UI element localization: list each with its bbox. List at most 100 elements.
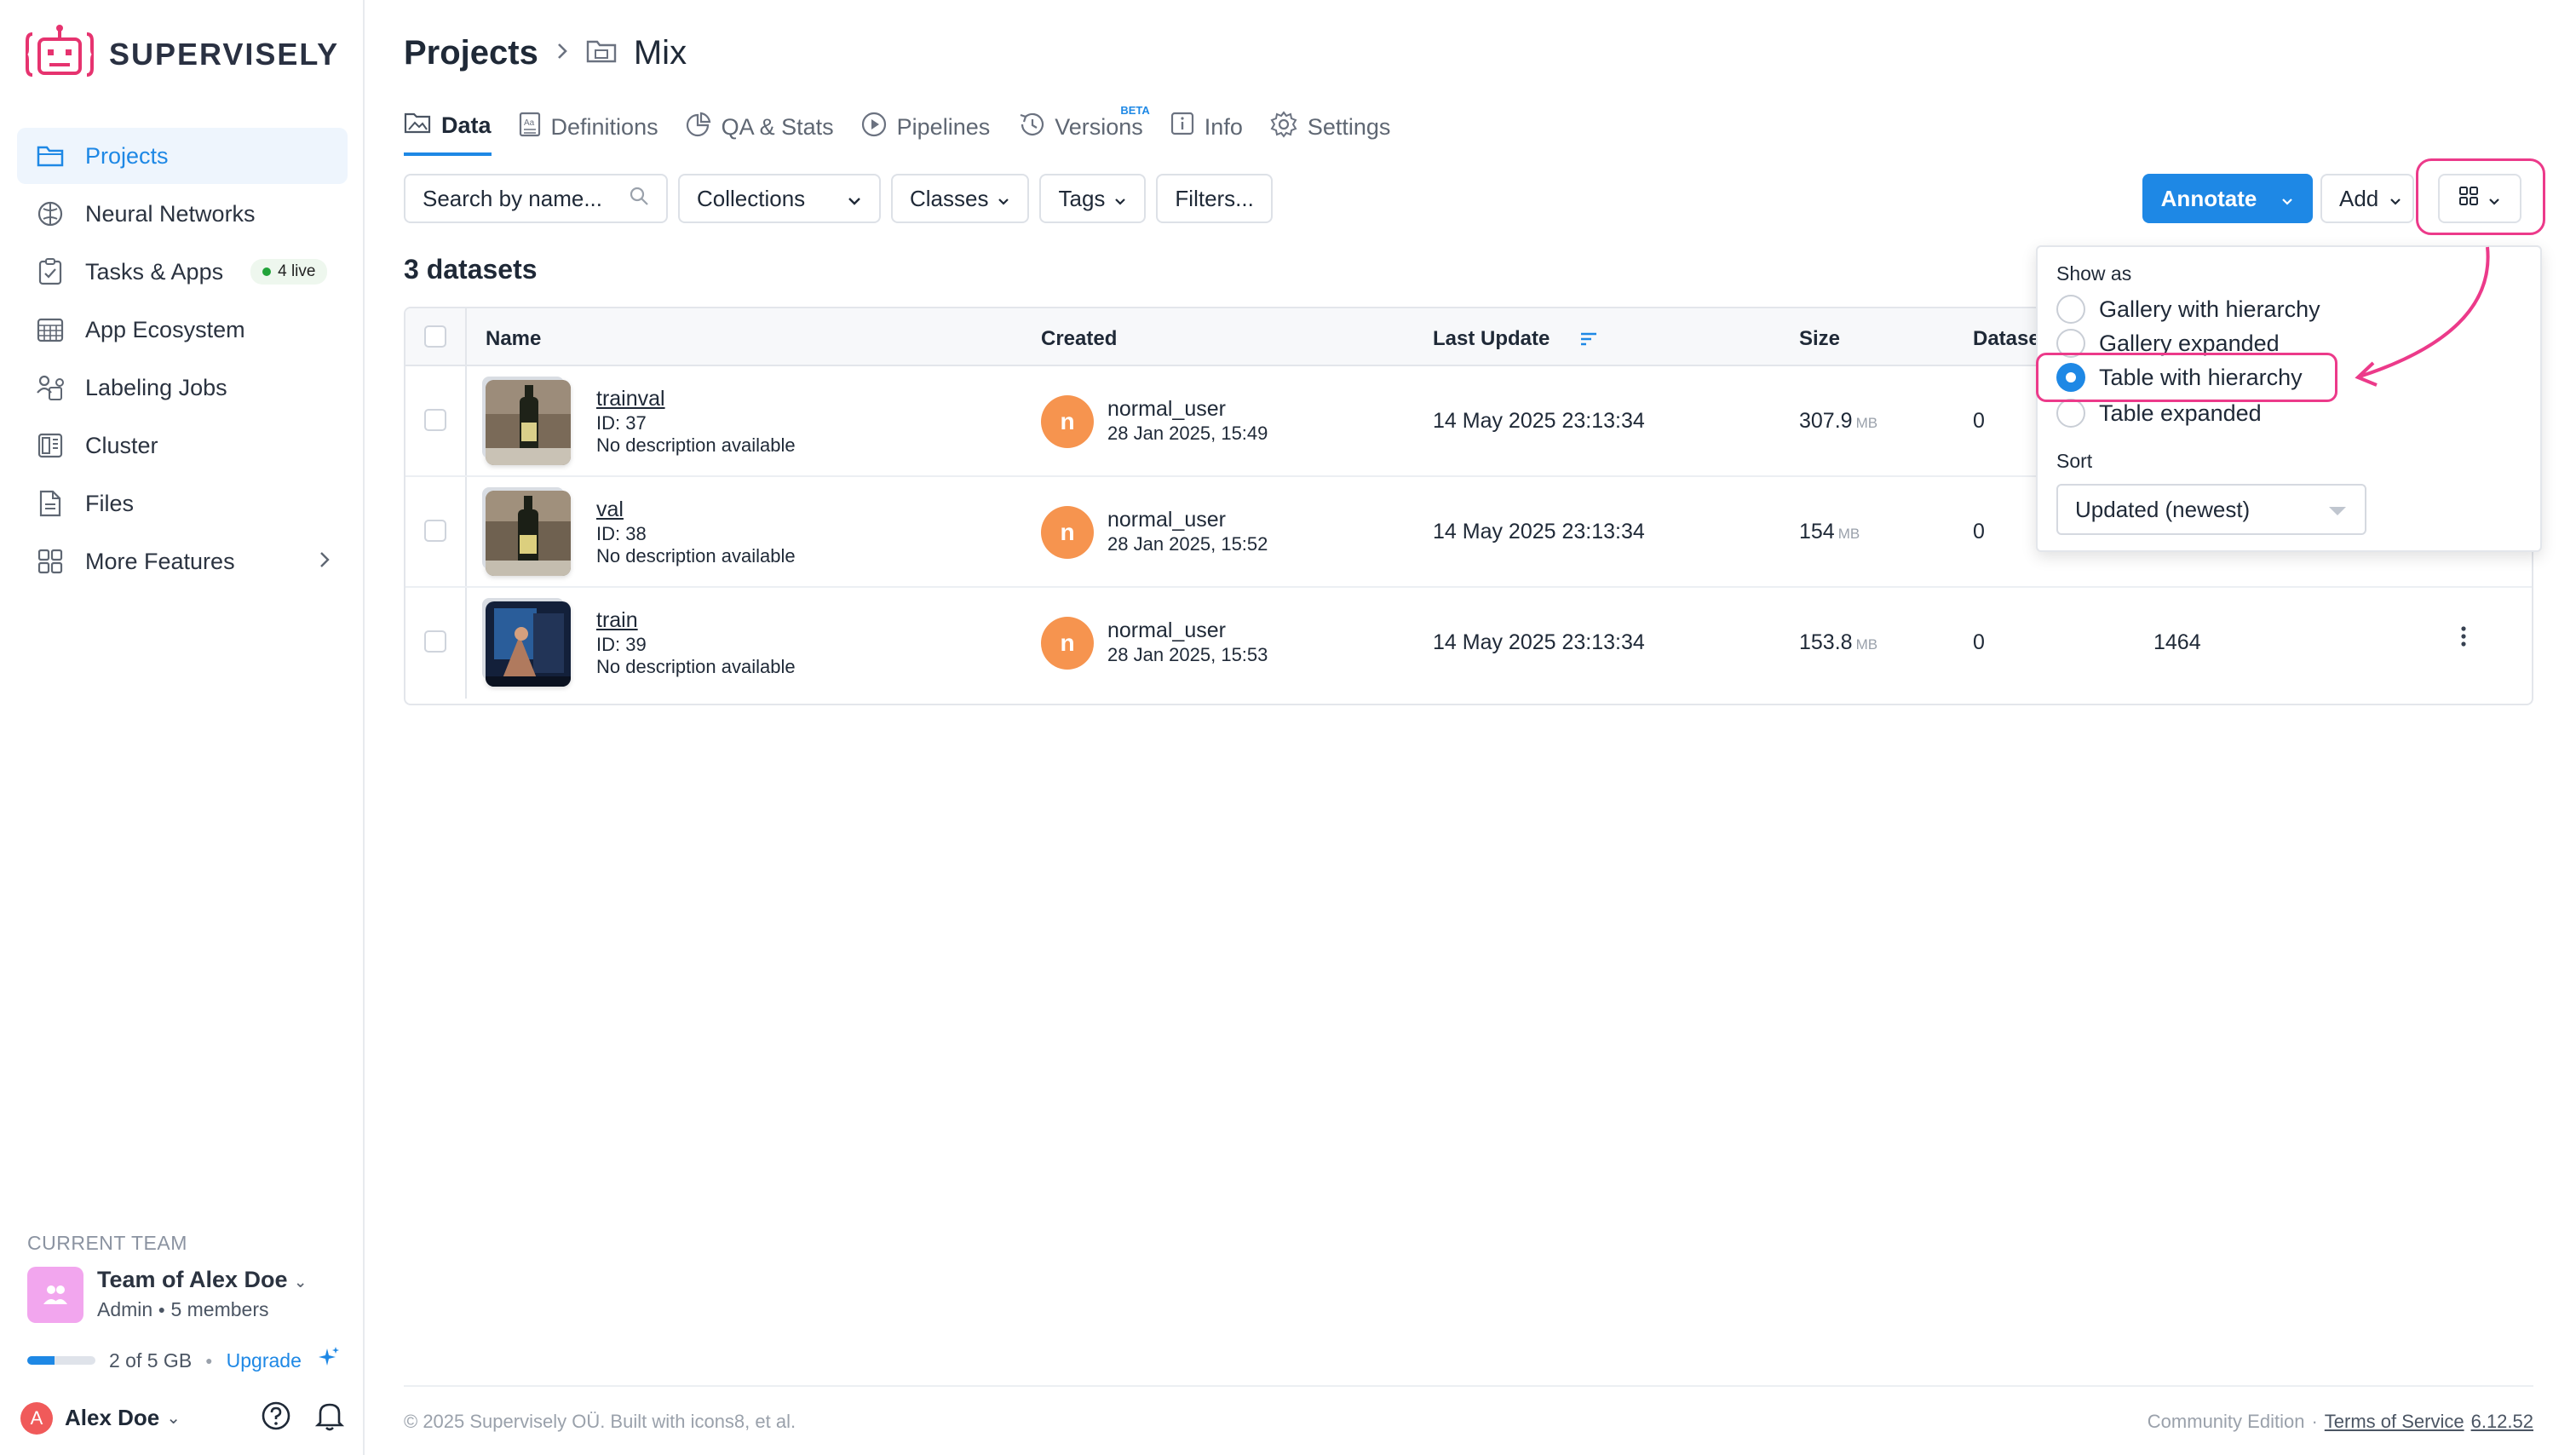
beta-badge: BETA [1120,104,1150,117]
file-icon [36,489,65,518]
sort-label: Sort [2056,450,2093,472]
sidebar-item-tasks-apps[interactable]: Tasks & Apps 4 live [17,244,348,300]
row-menu-icon[interactable] [2460,625,2467,654]
tab-label: Versions [1055,114,1143,140]
tab-definitions[interactable]: Aa Definitions [519,111,658,156]
sort-desc-icon[interactable] [1579,329,1598,353]
show-as-label: Show as [2056,262,2132,285]
sidebar-item-cluster[interactable]: Cluster [17,417,348,474]
dataset-name-link[interactable]: trainval [596,387,665,411]
sidebar-nav: Projects Neural Networks Tasks & Apps 4 … [17,128,348,591]
user-name: Alex Doe [65,1405,160,1430]
radio-button[interactable] [2056,295,2085,324]
classes-label: Classes [910,185,989,211]
team-switcher[interactable]: Team of Alex Doe ⌄ Admin ● 5 members [27,1267,342,1323]
dataset-name-link[interactable]: train [596,608,638,633]
option-table-expanded[interactable]: Table expanded [2056,399,2262,428]
info-icon [1170,112,1194,143]
terms-link[interactable]: Terms of Service [2325,1411,2464,1433]
option-gallery-hierarchy[interactable]: Gallery with hierarchy [2056,295,2320,324]
collections-dropdown[interactable]: Collections [678,174,881,223]
table-row[interactable]: train ID: 39 No description available n … [405,588,2532,699]
radio-button[interactable] [2056,399,2085,428]
tags-dropdown[interactable]: Tags [1039,174,1147,223]
sidebar-item-files[interactable]: Files [17,475,348,532]
chevron-right-icon [555,39,569,68]
bell-icon[interactable] [314,1400,345,1435]
last-update: 14 May 2025 23:13:34 [1433,630,1645,654]
sidebar-item-app-ecosystem[interactable]: App Ecosystem [17,302,348,358]
folder-icon [36,141,65,170]
select-all-checkbox[interactable] [424,325,446,348]
footer-separator: · [2311,1411,2318,1432]
creator-avatar: n [1041,617,1094,670]
sidebar: SUPERVISELY Projects Neural Networks Tas… [0,0,365,1455]
sidebar-item-labeling-jobs[interactable]: Labeling Jobs [17,359,348,416]
annotate-label: Annotate [2160,185,2257,211]
column-last-update[interactable]: Last Update [1433,327,1550,351]
storage-bar-fill [27,1356,55,1365]
sidebar-item-label: Files [85,490,135,516]
dataset-name-link[interactable]: val [596,497,624,522]
tab-settings[interactable]: Settings [1270,111,1390,156]
tab-pipelines[interactable]: Pipelines [861,111,991,156]
tab-label: Data [441,112,492,138]
dataset-count: 3 datasets [404,254,538,285]
sidebar-item-neural-networks[interactable]: Neural Networks [17,186,348,242]
nested-datasets-count: 0 [1973,630,1985,654]
option-label: Gallery with hierarchy [2099,296,2320,322]
user-menu[interactable]: A Alex Doe ⌄ [20,1400,345,1435]
add-button[interactable]: Add [2320,174,2414,223]
dataset-size: 307.9 MB [1799,409,1877,434]
clipboard-icon [36,257,65,286]
classes-dropdown[interactable]: Classes [891,174,1030,223]
row-checkbox[interactable] [424,630,446,653]
sidebar-item-more-features[interactable]: More Features [17,533,348,589]
tab-info[interactable]: Info [1170,111,1243,156]
breadcrumb: Projects Mix [404,34,687,72]
tab-label: Definitions [550,114,658,140]
filters-button[interactable]: Filters... [1156,174,1273,223]
edition: Community Edition [2147,1411,2305,1432]
created-date: 28 Jan 2025, 15:52 [1107,533,1268,555]
row-checkbox[interactable] [424,520,446,542]
column-datasets[interactable]: Datase [1973,327,2040,351]
definitions-icon: Aa [519,112,541,143]
search-placeholder: Search by name... [423,185,602,211]
folder-icon [586,34,617,72]
chevron-right-icon [319,549,331,575]
current-team-label: CURRENT TEAM [27,1232,187,1254]
logo[interactable]: SUPERVISELY [26,24,339,85]
dataset-size: 154 MB [1799,520,1860,544]
column-name[interactable]: Name [486,327,541,351]
sidebar-item-projects[interactable]: Projects [17,128,348,184]
search-input[interactable]: Search by name... [404,174,668,223]
image-icon [404,111,431,141]
column-divider [465,477,467,586]
grid-calendar-icon [36,315,65,344]
column-created[interactable]: Created [1041,327,1117,351]
nested-datasets-count: 0 [1973,409,1985,433]
tab-qa-stats[interactable]: QA & Stats [686,111,834,156]
breadcrumb-projects[interactable]: Projects [404,34,538,72]
upgrade-link[interactable]: Upgrade [227,1349,302,1372]
row-checkbox[interactable] [424,409,446,431]
sort-select[interactable]: Updated (newest) [2056,484,2366,535]
tab-data[interactable]: Data [404,111,492,156]
add-label: Add [2339,185,2379,211]
annotate-button[interactable]: Annotate [2142,174,2313,223]
user-avatar: A [20,1401,53,1435]
column-size[interactable]: Size [1799,327,1840,351]
dataset-id: ID: 37 [596,412,647,434]
size-value: 154 [1799,520,1835,543]
storage-text: 2 of 5 GB [109,1349,193,1372]
version-link[interactable]: 6.12.52 [2471,1411,2533,1433]
sparkle-icon [315,1345,341,1376]
team-role-text: Admin [97,1298,153,1320]
filters-label: Filters... [1175,185,1254,211]
help-icon[interactable] [261,1400,291,1435]
tab-label: Pipelines [896,114,991,140]
tab-versions[interactable]: Versions BETA [1017,104,1150,156]
live-badge-text: 4 live [278,262,316,280]
play-circle-icon [861,112,887,143]
